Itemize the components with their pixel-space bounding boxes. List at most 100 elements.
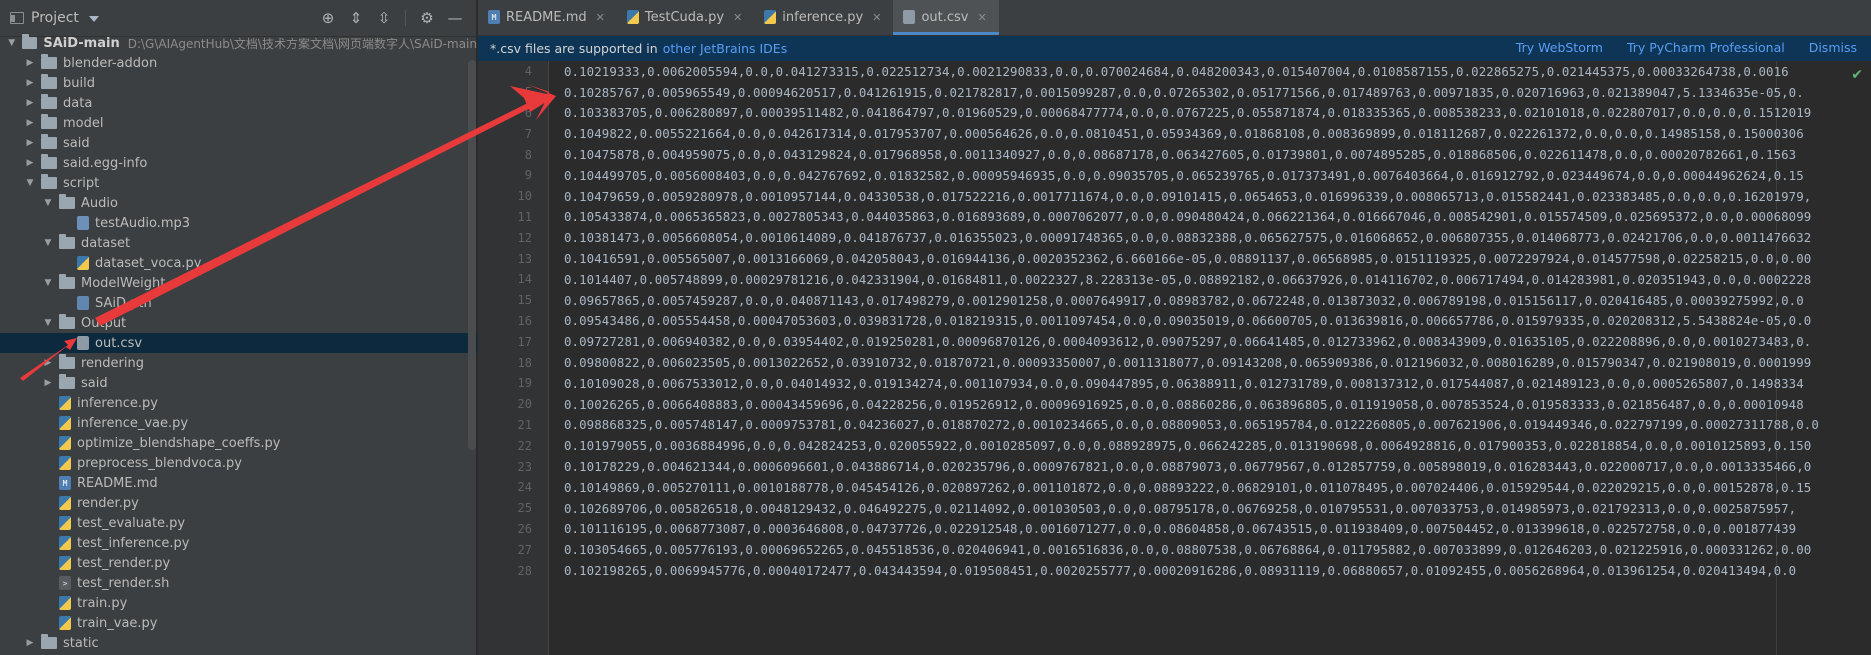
tree-folder[interactable]: ▼ dataset [0,233,477,253]
tree-folder[interactable]: ▶ blender-addon [0,53,477,73]
chevron-down-icon[interactable]: ▼ [42,317,54,329]
target-icon[interactable]: ⊕ [319,10,337,27]
chevron-right-icon[interactable]: ▶ [42,357,54,369]
chevron-down-icon[interactable]: ▼ [42,197,54,209]
code-line[interactable]: 13 0.10416591,0.005565007,0.0013166069,0.… [478,248,1871,269]
tree-folder[interactable]: ▶ static [0,633,477,653]
tree-folder[interactable]: ▶ model [0,113,477,133]
tree-item-label: test_inference.py [77,535,190,551]
close-icon[interactable]: ✕ [978,11,987,24]
code-line[interactable]: 27 0.103054665,0.005776193,0.00069652265,… [478,539,1871,560]
collapse-icon[interactable]: ⇳ [375,10,393,27]
csv-line-text: 0.10475878,0.004959075,0.0,0.043129824,0… [564,147,1797,163]
code-line[interactable]: 25 0.102689706,0.005826518,0.0048129432,0… [478,498,1871,519]
code-line[interactable]: 20 0.10026265,0.0066408883,0.00043459696,… [478,394,1871,415]
code-line[interactable]: 10 0.10479659,0.0059280978,0.0010957144,0… [478,186,1871,207]
close-icon[interactable]: ✕ [596,11,605,24]
chevron-down-icon[interactable]: ▼ [42,277,54,289]
code-line[interactable]: 6 0.103383705,0.006280897,0.00039511482,0… [478,103,1871,124]
editor-tab[interactable]: M README.md ✕ [478,0,617,35]
tree-folder[interactable]: ▶ data [0,93,477,113]
tree-file[interactable]: test_evaluate.py [0,513,477,533]
project-panel-title[interactable]: Project [31,10,79,26]
tree-file[interactable]: test_inference.py [0,533,477,553]
tree-item-label: Output [81,315,127,331]
code-line[interactable]: 22 0.101979055,0.0036884996,0.0,0.0428242… [478,435,1871,456]
banner-link[interactable]: other JetBrains IDEs [663,41,788,56]
line-number: 12 [517,230,532,245]
tree-file[interactable]: inference.py [0,393,477,413]
tree-file[interactable]: optimize_blendshape_coeffs.py [0,433,477,453]
code-line[interactable]: 9 0.104499705,0.0056008403,0.0,0.04276769… [478,165,1871,186]
tree-file[interactable]: > test_render.sh [0,573,477,593]
chevron-right-icon[interactable]: ▶ [24,157,36,169]
tree-file[interactable]: M README.md [0,473,477,493]
editor-tab[interactable]: inference.py ✕ [754,0,893,35]
code-line[interactable]: 4 0.10219333,0.0062005594,0.0,0.041273315… [478,61,1871,82]
tree-folder[interactable]: ▼ Output [0,313,477,333]
tree-file[interactable]: preprocess_blendvoca.py [0,453,477,473]
code-line[interactable]: 8 0.10475878,0.004959075,0.0,0.043129824,… [478,144,1871,165]
tree-item-label: out.csv [95,335,143,351]
code-line[interactable]: 15 0.09657865,0.0057459287,0.0,0.04087114… [478,290,1871,311]
close-icon[interactable]: ✕ [872,11,881,24]
csv-line-text: 0.103383705,0.006280897,0.00039511482,0.… [564,105,1812,121]
code-line[interactable]: 26 0.101116195,0.0068773087,0.0003646808,… [478,519,1871,540]
tree-folder[interactable]: ▼ script [0,173,477,193]
code-line[interactable]: 19 0.10109028,0.0067533012,0.0,0.04014932… [478,373,1871,394]
code-line[interactable]: 14 0.1014407,0.005748899,0.00029781216,0.… [478,269,1871,290]
tree-file[interactable]: train.py [0,593,477,613]
tree-file[interactable]: testAudio.mp3 [0,213,477,233]
tree-file[interactable]: render.py [0,493,477,513]
code-line[interactable]: 28 0.102198265,0.0069945776,0.00040172477… [478,560,1871,581]
chevron-right-icon[interactable]: ▶ [24,137,36,149]
code-line[interactable]: 16 0.09543486,0.005554458,0.00047053603,0… [478,311,1871,332]
code-line[interactable]: 23 0.10178229,0.004621344,0.0006096601,0.… [478,456,1871,477]
gear-icon[interactable]: ⚙ [418,10,436,27]
code-line[interactable]: 24 0.10149869,0.005270111,0.0010188778,0.… [478,477,1871,498]
minimize-icon[interactable]: — [446,10,464,27]
code-line[interactable]: 17 0.09727281,0.006940382,0.0,0.03954402,… [478,331,1871,352]
tree-folder[interactable]: ▶ rendering [0,353,477,373]
chevron-right-icon[interactable]: ▶ [24,57,36,69]
tree-file[interactable]: out.csv [0,333,477,353]
chevron-down-icon[interactable] [88,16,99,22]
chevron-right-icon[interactable]: ▶ [24,97,36,109]
tree-folder[interactable]: ▼ Audio [0,193,477,213]
code-line[interactable]: 18 0.09800822,0.006023505,0.0013022652,0.… [478,352,1871,373]
chevron-down-icon[interactable]: ▼ [42,237,54,249]
tree-folder[interactable]: ▶ build [0,73,477,93]
code-line[interactable]: 7 0.1049822,0.0055221664,0.0,0.042617314,… [478,123,1871,144]
chevron-right-icon[interactable]: ▶ [42,377,54,389]
csv-line-text: 0.10381473,0.0056608054,0.0010614089,0.0… [564,230,1812,246]
try-pycharm-professional-link[interactable]: Try PyCharm Professional [1627,40,1785,55]
tree-file[interactable]: test_render.py [0,553,477,573]
editor-tab[interactable]: out.csv ✕ [893,0,1000,35]
project-scrollbar[interactable] [468,60,476,450]
tree-root[interactable]: ▼ SAiD-main D:\G\AIAgentHub\文档\技术方案文档\网页… [0,33,477,53]
chevron-right-icon[interactable]: ▶ [24,117,36,129]
chevron-down-icon[interactable]: ▼ [24,177,36,189]
tree-file[interactable]: inference_vae.py [0,413,477,433]
expand-icon[interactable]: ⇕ [347,10,365,27]
try-webstorm-link[interactable]: Try WebStorm [1516,40,1603,55]
chevron-down-icon[interactable]: ▼ [6,37,17,49]
editor-tab[interactable]: TestCuda.py ✕ [617,0,754,35]
tree-folder[interactable]: ▶ said [0,373,477,393]
tree-file[interactable]: dataset_voca.py [0,253,477,273]
chevron-right-icon[interactable]: ▶ [24,77,36,89]
tree-folder[interactable]: ▼ ModelWeight [0,273,477,293]
tree-folder[interactable]: ▶ said [0,133,477,153]
code-line[interactable]: 21 0.098868325,0.005748147,0.0009753781,0… [478,415,1871,436]
code-lines[interactable]: 4 0.10219333,0.0062005594,0.0,0.041273315… [478,61,1871,581]
tree-file[interactable]: train_vae.py [0,613,477,633]
py-file-icon [59,496,71,510]
close-icon[interactable]: ✕ [733,11,742,24]
code-line[interactable]: 5 0.10285767,0.005965549,0.00094620517,0.… [478,82,1871,103]
dismiss-link[interactable]: Dismiss [1809,40,1857,55]
code-line[interactable]: 11 0.105433874,0.0065365823,0.0027805343,… [478,207,1871,228]
tree-file[interactable]: SAiD.pth [0,293,477,313]
tree-folder[interactable]: ▶ said.egg-info [0,153,477,173]
chevron-right-icon[interactable]: ▶ [24,637,36,649]
code-line[interactable]: 12 0.10381473,0.0056608054,0.0010614089,0… [478,227,1871,248]
